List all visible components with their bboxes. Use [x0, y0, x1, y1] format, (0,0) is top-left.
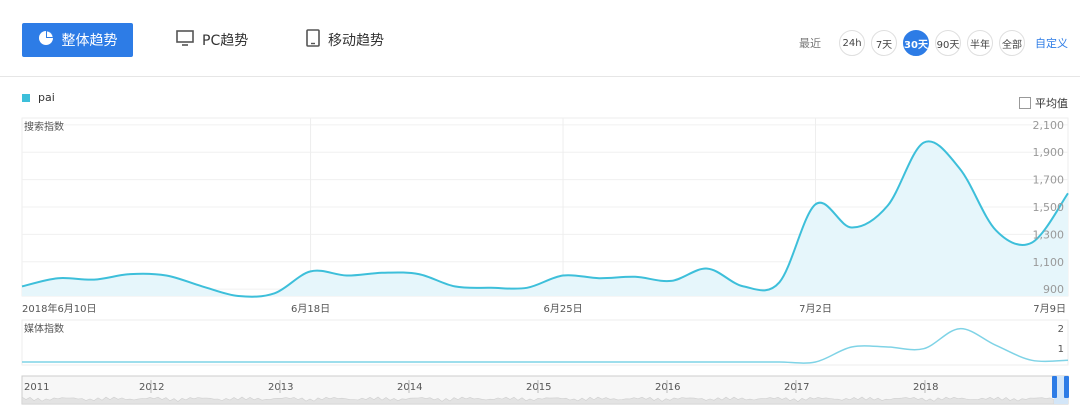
timeline-selected-range[interactable] — [1054, 376, 1068, 404]
x-tick-label: 2018年6月10日 — [22, 302, 97, 315]
timeline-year: 2017 — [784, 382, 809, 393]
range-label: 最近 — [799, 37, 821, 50]
media-chart-label: 媒体指数 — [24, 322, 64, 335]
y-tick-label: 1,100 — [1033, 256, 1065, 269]
timeline-year: 2013 — [268, 382, 293, 393]
media-y-tick-1: 1 — [1058, 344, 1064, 355]
top-bar: 整体趋势 PC趋势 移动趋势 最近 24h 7天 30天 90天 半年 全部 自… — [0, 0, 1080, 77]
search-series-line — [21, 140, 1069, 298]
legend-swatch — [22, 93, 30, 102]
average-label: 平均值 — [1035, 97, 1068, 110]
custom-range-link[interactable]: 自定义 — [1035, 35, 1068, 51]
average-checkbox[interactable] — [1019, 97, 1031, 109]
tab-mobile-trend[interactable]: 移动趋势 — [306, 23, 384, 57]
y-tick-label: 1,500 — [1033, 201, 1065, 214]
chart-legend[interactable]: pai — [22, 91, 55, 104]
timeline-year: 2016 — [655, 382, 680, 393]
x-tick-label: 6月18日 — [291, 303, 330, 315]
y-tick-label: 900 — [1043, 283, 1064, 296]
timeline-year: 2014 — [397, 382, 422, 393]
tab-label: 移动趋势 — [328, 33, 384, 49]
search-chart-frame — [21, 117, 1069, 297]
media-y-tick-2: 2 — [1058, 324, 1064, 335]
search-x-tick-labels: 2018年6月10日 6月18日 6月25日 7月2日 7月9日 — [22, 302, 1066, 315]
x-tick-label: 7月9日 — [1033, 303, 1066, 315]
timeline-sparkline — [21, 396, 1055, 405]
tablet-icon — [306, 29, 320, 51]
y-tick-label: 1,700 — [1033, 174, 1065, 187]
timeline-year: 2018 — [913, 382, 938, 393]
watermark: © index.baidu.com — [26, 285, 103, 294]
pie-chart-icon — [38, 30, 54, 50]
search-x-grid — [310, 118, 817, 296]
y-tick-label: 1,900 — [1033, 146, 1065, 159]
average-toggle[interactable]: 平均值 — [1019, 95, 1068, 111]
x-tick-label: 6月25日 — [543, 303, 582, 315]
timeline-year: 2012 — [139, 382, 164, 393]
tab-pc-trend[interactable]: PC趋势 — [176, 23, 248, 57]
tab-label: PC趋势 — [202, 33, 249, 49]
range-option-30d[interactable]: 30天 — [903, 30, 929, 56]
media-series-line — [21, 327, 1069, 364]
y-tick-label: 1,300 — [1033, 228, 1065, 241]
tab-overall-trend[interactable]: 整体趋势 — [22, 23, 133, 57]
legend-series-name: pai — [38, 91, 55, 104]
search-area-fill — [22, 141, 1068, 297]
timeline-year: 2011 — [24, 382, 49, 393]
timeline-handle-right[interactable] — [1064, 376, 1069, 398]
range-option-90d[interactable]: 90天 — [935, 30, 961, 56]
range-option-all[interactable]: 全部 — [999, 30, 1025, 56]
media-chart-frame — [21, 319, 1069, 366]
search-chart-label: 搜索指数 — [24, 120, 64, 133]
y-tick-label: 2,100 — [1033, 119, 1065, 132]
tab-label: 整体趋势 — [61, 33, 118, 49]
range-option-24h[interactable]: 24h — [839, 30, 865, 56]
search-y-tick-labels: 900 1,100 1,300 1,500 1,700 1,900 2,100 — [1033, 119, 1065, 296]
monitor-icon — [176, 30, 194, 50]
search-y-grid — [22, 124, 1068, 290]
timeline-navigator[interactable] — [21, 375, 1069, 405]
timeline-handle-left[interactable] — [1052, 376, 1057, 398]
time-range-selector: 最近 24h 7天 30天 90天 半年 全部 自定义 — [799, 30, 1068, 56]
x-tick-label: 7月2日 — [799, 303, 832, 315]
timeline-year-labels: 2011 2012 2013 2014 2015 2016 2017 2018 — [24, 380, 938, 393]
timeline-year: 2015 — [526, 382, 551, 393]
range-option-7d[interactable]: 7天 — [871, 30, 897, 56]
range-option-half-year[interactable]: 半年 — [967, 30, 993, 56]
